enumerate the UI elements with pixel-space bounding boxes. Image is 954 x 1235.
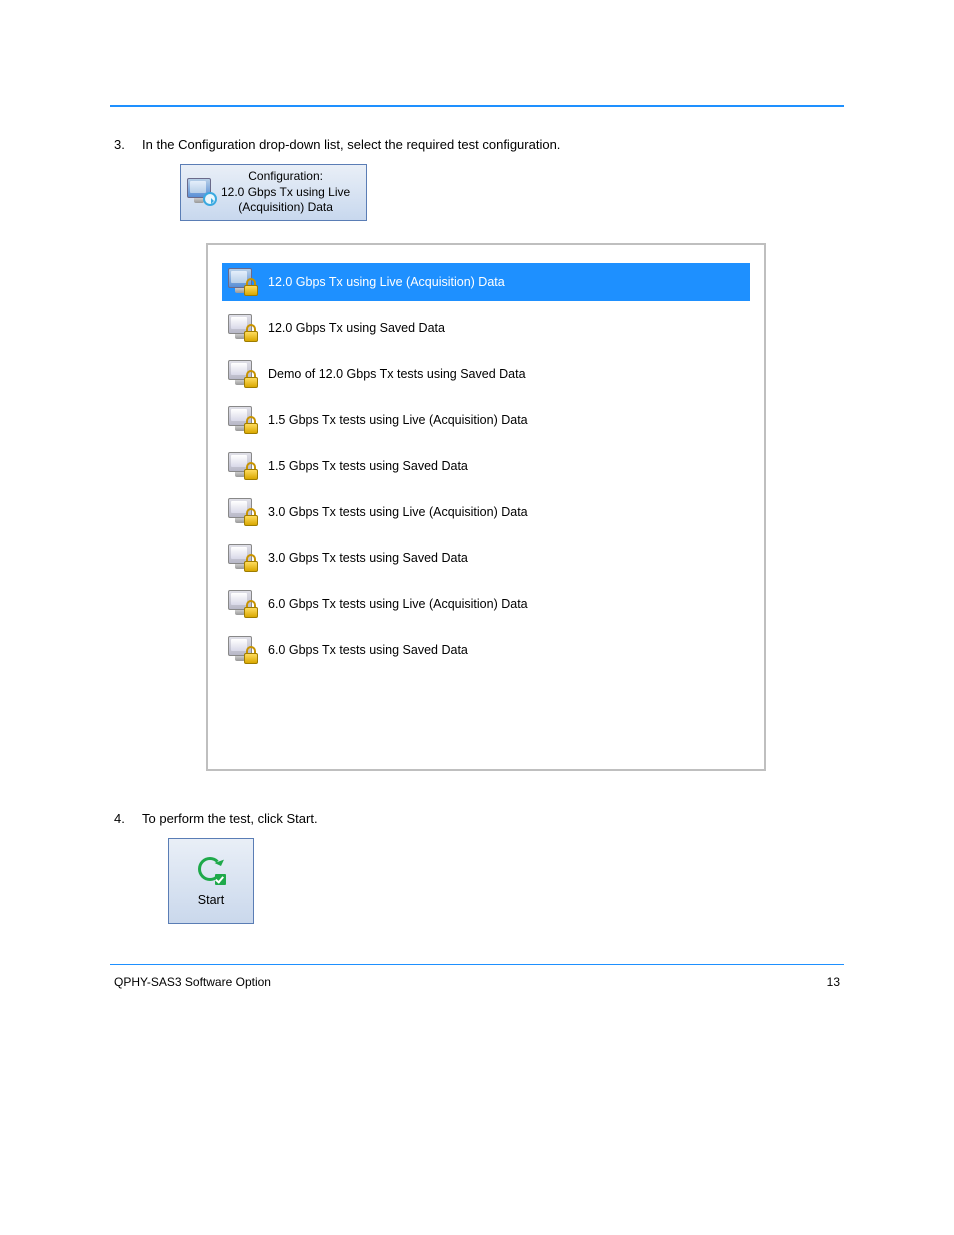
monitor-lock-icon (228, 360, 258, 388)
step-4-number: 4. (110, 811, 142, 826)
monitor-lock-icon (228, 498, 258, 526)
start-button[interactable]: Start (168, 838, 254, 924)
monitor-lock-icon (228, 636, 258, 664)
monitor-lock-icon (228, 406, 258, 434)
step-4: 4. To perform the test, click Start. (110, 811, 844, 826)
config-item-2[interactable]: Demo of 12.0 Gbps Tx tests using Saved D… (222, 355, 750, 393)
monitor-lock-icon (228, 544, 258, 572)
config-item-label: 12.0 Gbps Tx using Saved Data (268, 321, 445, 335)
config-item-1[interactable]: 12.0 Gbps Tx using Saved Data (222, 309, 750, 347)
config-item-label: 6.0 Gbps Tx tests using Live (Acquisitio… (268, 597, 528, 611)
config-item-label: 6.0 Gbps Tx tests using Saved Data (268, 643, 468, 657)
step-3-text: In the Configuration drop-down list, sel… (142, 137, 844, 152)
config-item-4[interactable]: 1.5 Gbps Tx tests using Saved Data (222, 447, 750, 485)
step-4-text: To perform the test, click Start. (142, 811, 844, 826)
footer-page-number: 13 (827, 975, 840, 989)
config-item-label: 1.5 Gbps Tx tests using Live (Acquisitio… (268, 413, 528, 427)
config-item-label: 1.5 Gbps Tx tests using Saved Data (268, 459, 468, 473)
footer-rule (110, 964, 844, 965)
step-3: 3. In the Configuration drop-down list, … (110, 137, 844, 152)
start-icon (196, 855, 226, 885)
monitor-lock-icon (228, 314, 258, 342)
config-item-5[interactable]: 3.0 Gbps Tx tests using Live (Acquisitio… (222, 493, 750, 531)
monitor-lock-icon (228, 452, 258, 480)
monitor-lock-icon (228, 590, 258, 618)
start-button-label: Start (198, 893, 224, 907)
page-footer: QPHY-SAS3 Software Option 13 (110, 975, 844, 989)
monitor-refresh-icon (187, 178, 215, 206)
config-item-label: 3.0 Gbps Tx tests using Saved Data (268, 551, 468, 565)
footer-left-text: QPHY-SAS3 Software Option (114, 975, 271, 989)
configuration-button-label: Configuration: 12.0 Gbps Tx using Live (… (215, 169, 356, 216)
config-item-label: 3.0 Gbps Tx tests using Live (Acquisitio… (268, 505, 528, 519)
config-item-6[interactable]: 3.0 Gbps Tx tests using Saved Data (222, 539, 750, 577)
config-item-3[interactable]: 1.5 Gbps Tx tests using Live (Acquisitio… (222, 401, 750, 439)
config-item-label: Demo of 12.0 Gbps Tx tests using Saved D… (268, 367, 526, 381)
step-3-number: 3. (110, 137, 142, 152)
header-rule (110, 105, 844, 107)
config-item-8[interactable]: 6.0 Gbps Tx tests using Saved Data (222, 631, 750, 669)
configuration-list-panel: 12.0 Gbps Tx using Live (Acquisition) Da… (206, 243, 766, 771)
monitor-lock-icon (228, 268, 258, 296)
config-item-0[interactable]: 12.0 Gbps Tx using Live (Acquisition) Da… (222, 263, 750, 301)
configuration-dropdown-button[interactable]: Configuration: 12.0 Gbps Tx using Live (… (180, 164, 367, 221)
config-item-label: 12.0 Gbps Tx using Live (Acquisition) Da… (268, 275, 505, 289)
config-item-7[interactable]: 6.0 Gbps Tx tests using Live (Acquisitio… (222, 585, 750, 623)
